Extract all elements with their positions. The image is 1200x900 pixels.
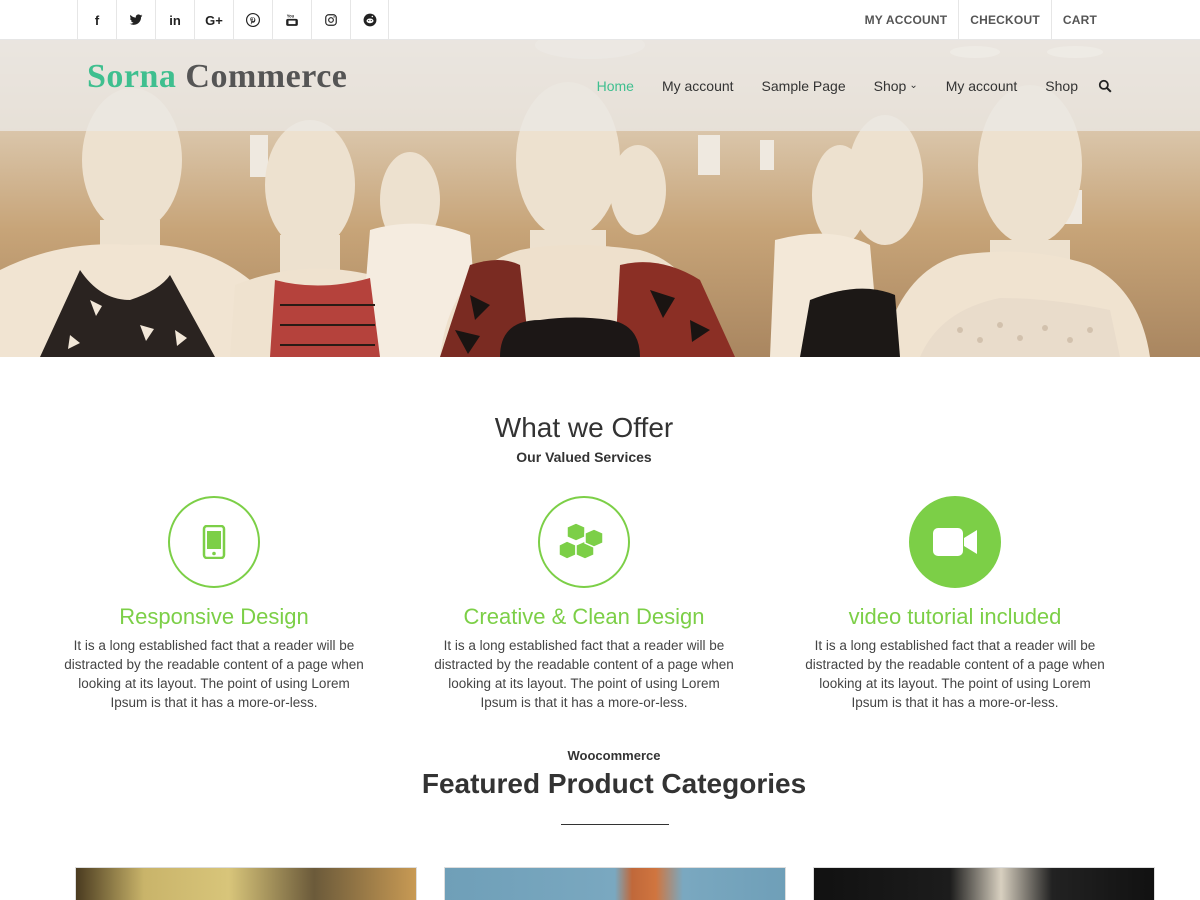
service-card-video: video tutorial included It is a long est…	[785, 496, 1125, 712]
service-icon-circle	[909, 496, 1001, 588]
twitter-icon[interactable]	[116, 0, 155, 40]
featured-title: Featured Product Categories	[421, 768, 807, 799]
checkout-link[interactable]: CHECKOUT	[958, 0, 1051, 40]
offer-subtitle: Our Valued Services	[516, 449, 652, 465]
nav-shop-2[interactable]: Shop	[1045, 78, 1078, 94]
instagram-icon[interactable]	[311, 0, 350, 40]
nav-shop-label: Shop	[873, 77, 907, 94]
linkedin-icon[interactable]: in	[155, 0, 194, 40]
mobile-phone-icon	[202, 525, 226, 559]
service-text: It is a long established fact that a rea…	[805, 638, 1105, 710]
my-account-link[interactable]: MY ACCOUNT	[854, 0, 959, 40]
category-card-image[interactable]	[444, 867, 786, 900]
service-icon-circle	[168, 496, 260, 588]
nav-sample-page[interactable]: Sample Page	[762, 78, 846, 94]
top-bar: f in G+ You MY ACCOUNT CHECKOUT CART	[0, 0, 1200, 40]
category-card-image[interactable]	[813, 867, 1155, 900]
service-title: Creative & Clean Design	[463, 604, 705, 629]
logo-word-2: Commerce	[185, 58, 348, 95]
featured-label: Woocommerce	[567, 748, 661, 763]
site-logo[interactable]: Sorna Commerce	[87, 58, 347, 96]
offer-title: What we Offer	[494, 412, 674, 443]
nav-home[interactable]: Home	[597, 78, 634, 94]
site-header: Sorna Commerce Home My account Sample Pa…	[0, 40, 1200, 131]
svg-text:You: You	[287, 14, 295, 19]
hero-banner: Sorna Commerce Home My account Sample Pa…	[0, 40, 1200, 357]
search-icon[interactable]	[1098, 79, 1112, 93]
service-title: Responsive Design	[119, 604, 309, 629]
nav-shop-dropdown[interactable]: Shop ⌄	[874, 78, 918, 94]
youtube-icon[interactable]: You	[272, 0, 311, 40]
video-camera-icon	[933, 528, 977, 556]
nav-my-account[interactable]: My account	[662, 78, 734, 94]
main-nav: Home My account Sample Page Shop ⌄ My ac…	[569, 40, 1112, 131]
service-card-responsive: Responsive Design It is a long establish…	[44, 496, 384, 712]
service-title: video tutorial included	[848, 604, 1062, 629]
service-card-creative: Creative & Clean Design It is a long est…	[414, 496, 754, 712]
service-icon-circle	[538, 496, 630, 588]
category-card-image[interactable]	[75, 867, 417, 900]
service-text: It is a long established fact that a rea…	[434, 638, 734, 710]
nav-my-account-2[interactable]: My account	[946, 78, 1018, 94]
cart-link[interactable]: CART	[1050, 0, 1108, 40]
social-links: f in G+ You	[77, 0, 389, 40]
google-plus-icon[interactable]: G+	[194, 0, 233, 40]
chevron-down-icon: ⌄	[909, 80, 918, 91]
account-links: MY ACCOUNT CHECKOUT CART	[854, 0, 1108, 40]
service-text: It is a long established fact that a rea…	[64, 638, 364, 710]
reddit-icon[interactable]	[350, 0, 389, 40]
facebook-icon[interactable]: f	[77, 0, 116, 40]
section-divider	[561, 824, 669, 825]
pinterest-icon[interactable]	[233, 0, 272, 40]
cubes-icon	[559, 522, 604, 560]
logo-word-1: Sorna	[87, 58, 177, 95]
